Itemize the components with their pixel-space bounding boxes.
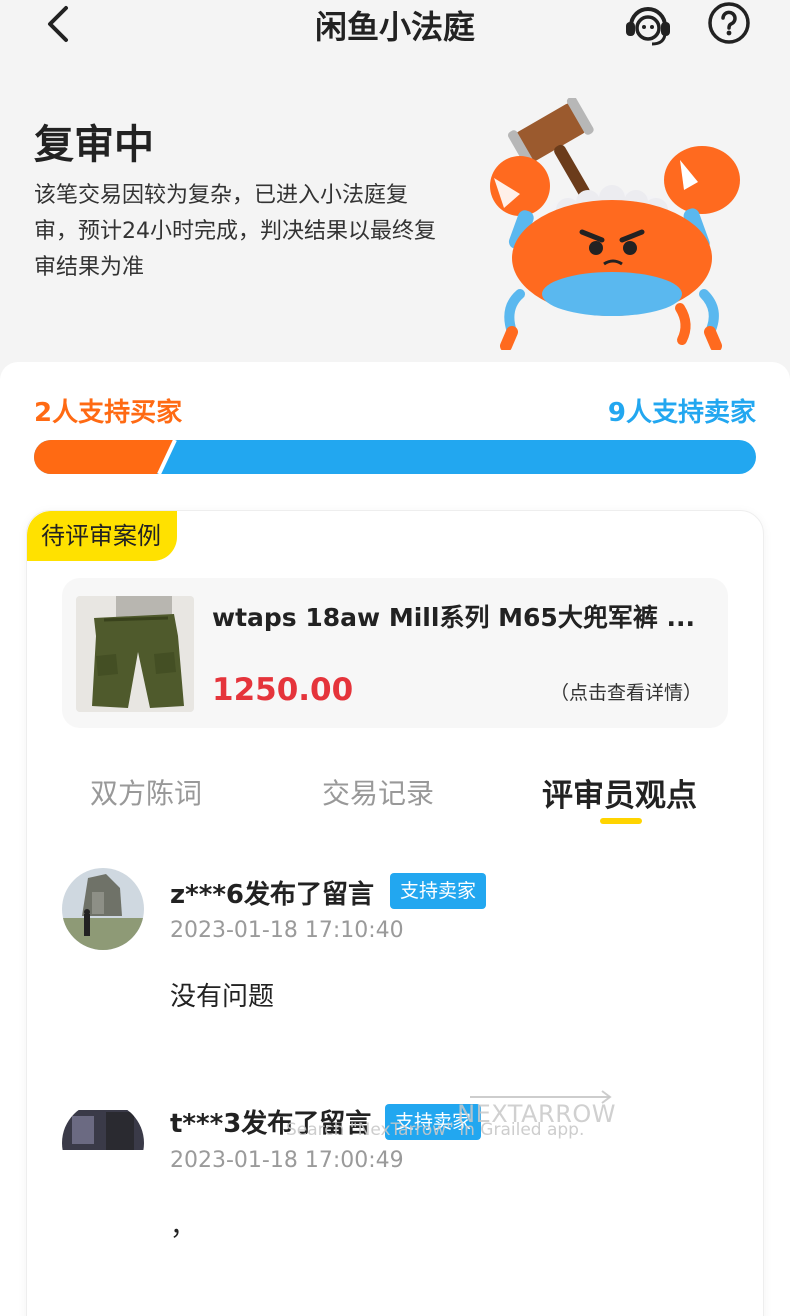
comment-text: ， xyxy=(170,1212,197,1242)
product-price: 1250.00 xyxy=(212,672,354,708)
vote-bar-buyer-segment xyxy=(34,440,173,474)
comment-text: 没有问题 xyxy=(170,982,275,1012)
crab-judge-mascot-icon xyxy=(490,98,740,350)
product-title: wtaps 18aw Mill系列 M65大兜军裤 ... xyxy=(212,603,696,632)
avatar[interactable] xyxy=(62,1102,144,1184)
buyer-support-count: 2人支持买家 xyxy=(34,398,183,428)
product-card[interactable]: wtaps 18aw Mill系列 M65大兜军裤 ... 1250.00 （点… xyxy=(62,578,728,728)
watermark-text: Search "NexTarrow" in Grailed app. xyxy=(286,1120,585,1140)
case-tag: 待评审案例 xyxy=(27,511,177,561)
status-description: 该笔交易因较为复杂，已进入小法庭复审，预计24小时完成，判决结果以最终复审结果为… xyxy=(34,183,436,280)
watermark: NEXTARROW Search "NexTarrow" in Grailed … xyxy=(286,1088,626,1152)
tab-reviewer-opinions[interactable]: 评审员观点 xyxy=(542,770,697,815)
status-title: 复审中 xyxy=(34,122,154,168)
customer-service-icon[interactable] xyxy=(622,0,674,48)
comment-timestamp: 2023-01-18 17:10:40 xyxy=(170,918,404,943)
seller-support-count: 9人支持卖家 xyxy=(607,398,756,428)
avatar[interactable] xyxy=(62,868,144,950)
question-circle-icon[interactable] xyxy=(706,0,752,46)
comment-author: z***6发布了留言 xyxy=(170,880,375,910)
top-navbar: 闲鱼小法庭 xyxy=(0,0,790,70)
view-details-link[interactable]: （点击查看详情） xyxy=(550,678,702,705)
tab-statements[interactable]: 双方陈词 xyxy=(90,772,202,812)
vote-ratio-bar xyxy=(34,440,756,474)
support-seller-badge: 支持卖家 xyxy=(390,873,487,909)
tab-transaction-records[interactable]: 交易记录 xyxy=(322,772,434,812)
active-tab-indicator xyxy=(600,818,642,824)
product-image xyxy=(76,596,194,712)
